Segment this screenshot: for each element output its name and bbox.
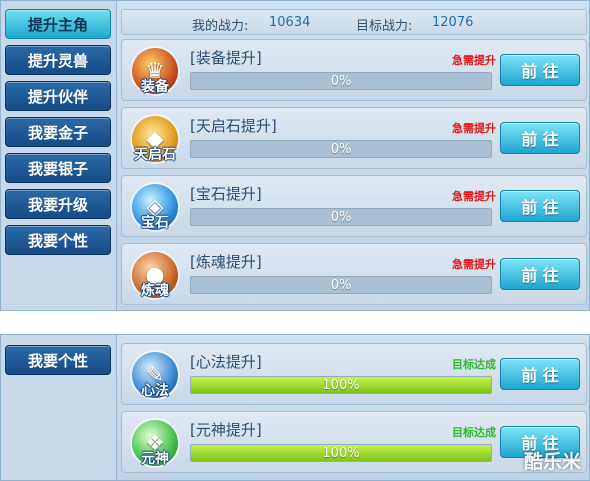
badge-label: 元神 — [141, 451, 169, 467]
progress-bar: 0% — [190, 72, 492, 90]
progress-text: 0% — [330, 142, 352, 157]
go-button[interactable]: 前 往 — [500, 258, 580, 290]
status-badge: 急需提升 — [452, 122, 496, 135]
sidebar-item-personality[interactable]: 我要个性 — [5, 345, 111, 375]
power-stats: 我的战力: 10634 目标战力: 12076 — [121, 9, 587, 35]
sidebar-item-personality[interactable]: 我要个性 — [5, 225, 111, 255]
card-title: [宝石提升] — [190, 185, 262, 203]
progress-text: 100% — [322, 446, 360, 461]
badge-label: 宝石 — [141, 215, 169, 231]
sidebar-item-level-up[interactable]: 我要升级 — [5, 189, 111, 219]
status-badge: 急需提升 — [452, 190, 496, 203]
sidebar-item-upgrade-partner[interactable]: 提升伙伴 — [5, 81, 111, 111]
sidebar-item-silver[interactable]: 我要银子 — [5, 153, 111, 183]
badge-label: 天启石 — [134, 147, 176, 163]
card-title: [天启石提升] — [190, 117, 277, 135]
target-power-value: 12076 — [432, 15, 474, 30]
go-button[interactable]: 前 往 — [500, 54, 580, 86]
sidebar: 提升主角 提升灵兽 提升伙伴 我要金子 我要银子 我要升级 我要个性 — [1, 1, 117, 310]
upgrade-card-sky-stone: ◆ 天启石 [天启石提升] 急需提升 0% 前 往 — [121, 107, 587, 169]
upgrade-card-equipment: ♛ 装备 [装备提升] 急需提升 0% 前 往 — [121, 39, 587, 101]
sidebar-item-upgrade-pet[interactable]: 提升灵兽 — [5, 45, 111, 75]
my-power-value: 10634 — [269, 15, 311, 30]
progress-text: 0% — [330, 278, 352, 293]
upgrade-panel: 提升主角 提升灵兽 提升伙伴 我要金子 我要银子 我要升级 我要个性 我的战力:… — [0, 0, 590, 311]
progress-bar: 0% — [190, 276, 492, 294]
badge-label: 心法 — [141, 383, 169, 399]
go-button[interactable]: 前 往 — [500, 122, 580, 154]
upgrade-card-spirit: ❖ 元神 [元神提升] 目标达成 100% 前 往 — [121, 411, 587, 473]
target-power-label: 目标战力: — [356, 19, 413, 34]
card-title: [心法提升] — [190, 353, 262, 371]
card-title: [元神提升] — [190, 421, 262, 439]
status-badge: 目标达成 — [452, 426, 496, 439]
status-badge: 急需提升 — [452, 258, 496, 271]
status-badge: 急需提升 — [452, 54, 496, 67]
go-button[interactable]: 前 往 — [500, 358, 580, 390]
upgrade-panel-bottom: 我要个性 ✎ 心法 [心法提升] 目标达成 100% 前 往 ❖ 元神 [元神提… — [0, 334, 590, 481]
progress-bar: 0% — [190, 140, 492, 158]
upgrade-card-gem: ◈ 宝石 [宝石提升] 急需提升 0% 前 往 — [121, 175, 587, 237]
progress-text: 100% — [322, 378, 360, 393]
my-power-label: 我的战力: — [192, 19, 249, 34]
card-title: [装备提升] — [190, 49, 262, 67]
upgrade-card-soul-refine: ● 炼魂 [炼魂提升] 急需提升 0% 前 往 — [121, 243, 587, 305]
sidebar-item-upgrade-hero[interactable]: 提升主角 — [5, 9, 111, 39]
sidebar-item-gold[interactable]: 我要金子 — [5, 117, 111, 147]
progress-text: 0% — [330, 74, 352, 89]
card-title: [炼魂提升] — [190, 253, 262, 271]
badge-label: 炼魂 — [141, 283, 169, 299]
sidebar: 我要个性 — [1, 335, 117, 480]
progress-bar: 100% — [190, 444, 492, 462]
upgrade-card-mind-skill: ✎ 心法 [心法提升] 目标达成 100% 前 往 — [121, 343, 587, 405]
status-badge: 目标达成 — [452, 358, 496, 371]
badge-label: 装备 — [141, 79, 169, 95]
go-button[interactable]: 前 往 — [500, 190, 580, 222]
progress-bar: 0% — [190, 208, 492, 226]
watermark: 酷乐米 — [523, 451, 581, 473]
progress-text: 0% — [330, 210, 352, 225]
progress-bar: 100% — [190, 376, 492, 394]
